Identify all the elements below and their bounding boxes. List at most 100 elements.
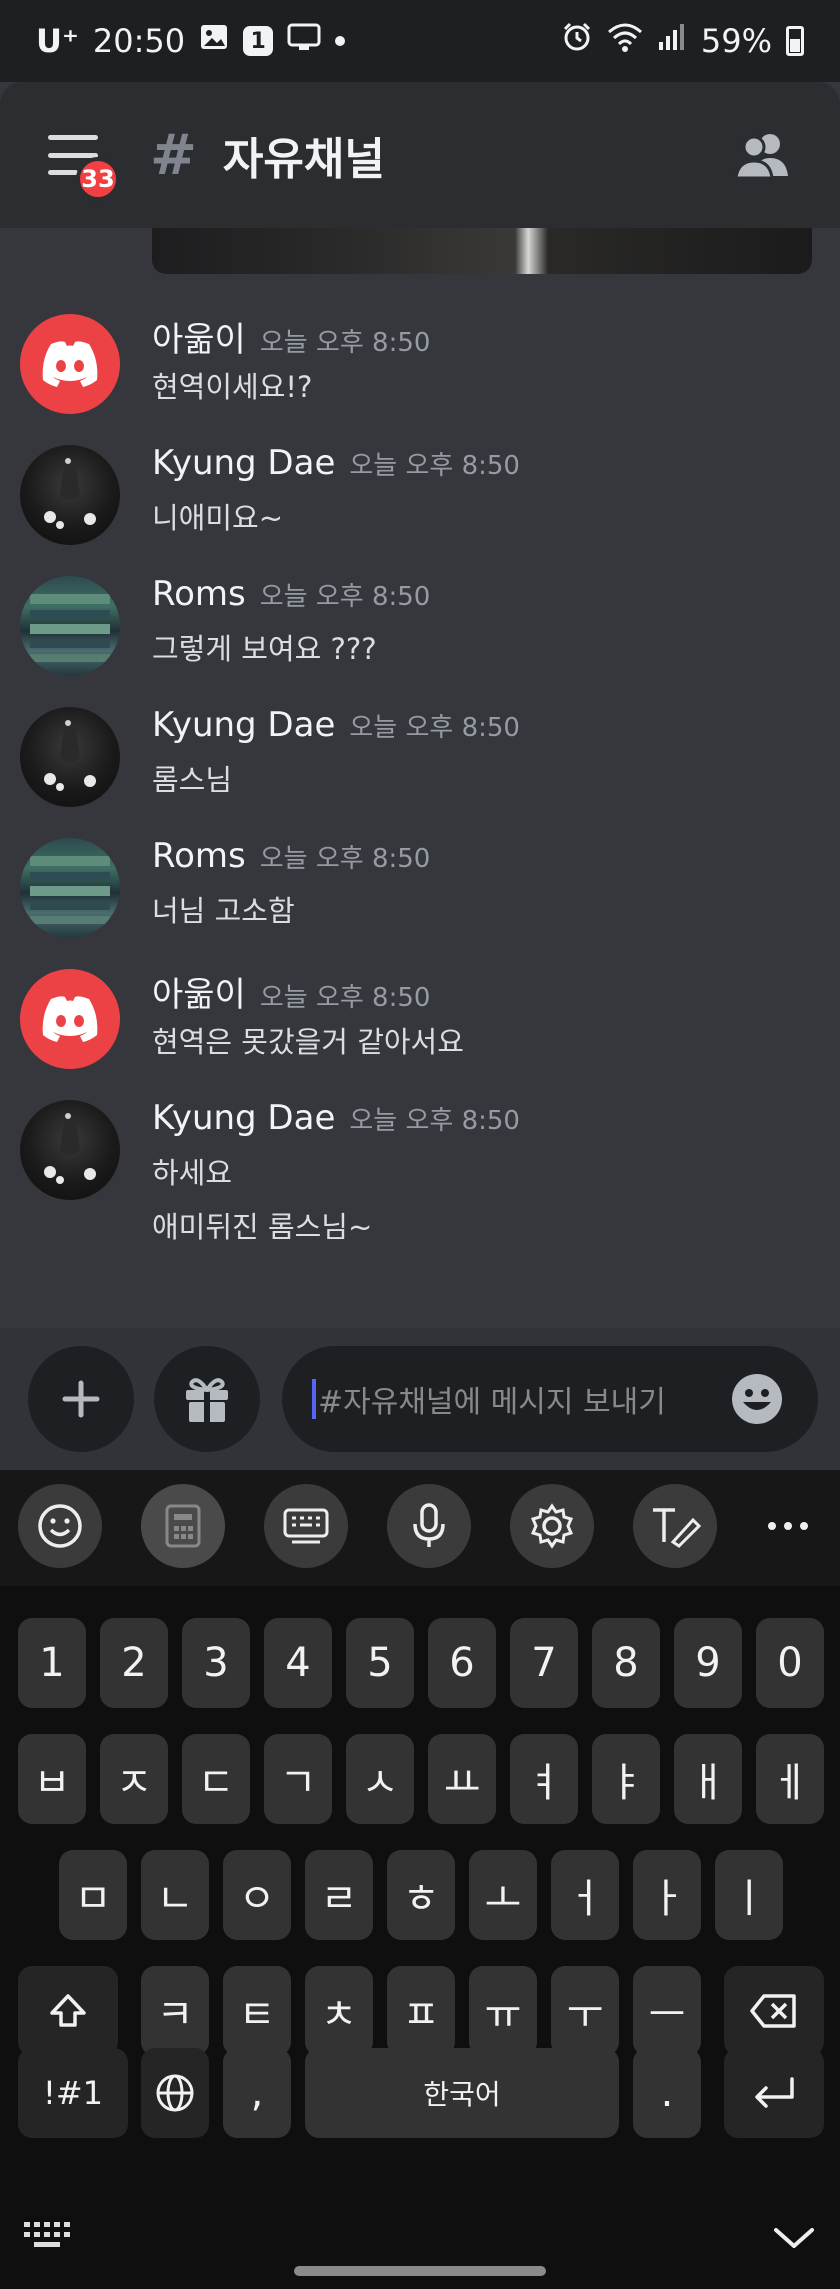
key-giyeok[interactable]: ㄱ [264,1734,332,1824]
home-gesture-bar[interactable] [294,2266,546,2276]
key-ae[interactable]: ㅐ [674,1734,742,1824]
avatar[interactable] [20,707,120,807]
handwriting-icon[interactable] [633,1484,717,1568]
avatar-image [44,720,96,791]
shift-key[interactable] [18,1966,118,2056]
key-chieut[interactable]: ㅊ [305,1966,373,2056]
key-6[interactable]: 6 [428,1618,496,1708]
key-jieut[interactable]: ㅈ [100,1734,168,1824]
image-attachment[interactable] [152,228,812,274]
key-5[interactable]: 5 [346,1618,414,1708]
discord-logo-icon [42,341,98,387]
channel-hash-icon: # [150,122,197,188]
members-icon [734,134,788,180]
key-eu[interactable]: ㅡ [633,1966,701,2056]
message-list[interactable]: 아욺이 오늘 오후 8:50 현역이세요!? Kyung Dae 오늘 오후 8:5… [0,228,840,1328]
author-name[interactable]: Kyung Dae [152,443,335,483]
clipboard-icon[interactable] [141,1484,225,1568]
key-u[interactable]: ㅜ [551,1966,619,2056]
key-hieut[interactable]: ㅎ [387,1850,455,1940]
author-name[interactable]: Roms [152,836,246,876]
key-0[interactable]: 0 [756,1618,824,1708]
attach-button[interactable] [28,1346,134,1452]
channel-title[interactable]: 자유채널 [223,123,385,187]
avatar[interactable] [20,838,120,938]
message-author[interactable]: Kyung Dae 오늘 오후 8:50 [152,443,520,483]
emoji-button[interactable] [730,1372,784,1434]
message-author[interactable]: 아욺이 오늘 오후 8:50 [152,312,430,361]
key-pieup[interactable]: ㅍ [387,1966,455,2056]
author-name[interactable]: Kyung Dae [152,1098,335,1138]
key-yeo[interactable]: ㅕ [510,1734,578,1824]
key-e[interactable]: ㅔ [756,1734,824,1824]
clock: 20:50 [92,22,186,60]
key-nieun[interactable]: ㄴ [141,1850,209,1940]
keyboard-icon[interactable] [264,1484,348,1568]
hide-keyboard-button[interactable] [772,2224,816,2256]
message-timestamp: 오늘 오후 8:50 [349,451,520,481]
key-yo[interactable]: ㅛ [428,1734,496,1824]
plus-icon [62,1380,100,1418]
comma-key[interactable]: , [223,2048,291,2138]
message-author[interactable]: Kyung Dae 오늘 오후 8:50 [152,705,520,745]
key-yu[interactable]: ㅠ [469,1966,537,2056]
notification-count-icon: 1 [243,26,274,56]
status-bar: U⁺ 20:50 1 59% [0,0,840,82]
avatar[interactable] [20,576,120,676]
author-name[interactable]: 아욺이 [152,320,246,360]
key-bieup[interactable]: ㅂ [18,1734,86,1824]
key-eo[interactable]: ㅓ [551,1850,619,1940]
avatar[interactable] [20,969,120,1069]
author-name[interactable]: Kyung Dae [152,705,335,745]
screen-cast-icon [287,22,321,60]
key-kieuk[interactable]: ㅋ [141,1966,209,2056]
key-a[interactable]: ㅏ [633,1850,701,1940]
text-cursor [312,1379,316,1419]
keyboard: 1 2 3 4 5 6 7 8 9 0 ㅂ ㅈ ㄷ ㄱ ㅅ ㅛ ㅕ ㅑ ㅐ ㅔ … [0,1586,840,2289]
key-siot[interactable]: ㅅ [346,1734,414,1824]
key-ieung[interactable]: ㅇ [223,1850,291,1940]
avatar[interactable] [20,1100,120,1200]
key-i[interactable]: ㅣ [715,1850,783,1940]
message-author[interactable]: Roms 오늘 오후 8:50 [152,574,430,614]
enter-icon [755,2077,794,2108]
emoji-icon[interactable] [18,1484,102,1568]
members-button[interactable] [732,130,792,180]
period-key[interactable]: . [633,2048,701,2138]
more-notifications-dot [335,36,346,46]
language-key[interactable] [141,2048,209,2138]
key-digeut[interactable]: ㄷ [182,1734,250,1824]
message-author[interactable]: Roms 오늘 오후 8:50 [152,836,430,876]
key-3[interactable]: 3 [182,1618,250,1708]
backspace-key[interactable] [724,1966,824,2056]
settings-icon[interactable] [510,1484,594,1568]
menu-button[interactable]: 33 [48,135,120,201]
key-8[interactable]: 8 [592,1618,660,1708]
key-rieul[interactable]: ㄹ [305,1850,373,1940]
message-author[interactable]: Kyung Dae 오늘 오후 8:50 [152,1098,520,1138]
key-7[interactable]: 7 [510,1618,578,1708]
key-9[interactable]: 9 [674,1618,742,1708]
message-input[interactable]: #자유채널에 메시지 보내기 [282,1346,818,1452]
more-icon[interactable] [746,1484,830,1568]
carrier-label: U⁺ [36,22,79,60]
key-2[interactable]: 2 [100,1618,168,1708]
enter-key[interactable] [724,2048,824,2138]
space-key[interactable]: 한국어 [305,2048,619,2138]
key-4[interactable]: 4 [264,1618,332,1708]
key-o[interactable]: ㅗ [469,1850,537,1940]
symbols-key[interactable]: !#1 [18,2048,128,2138]
microphone-icon[interactable] [387,1484,471,1568]
key-1[interactable]: 1 [18,1618,86,1708]
key-tieut[interactable]: ㅌ [223,1966,291,2056]
author-name[interactable]: Roms [152,574,246,614]
keyboard-switch-button[interactable] [22,2220,74,2256]
gift-button[interactable] [154,1346,260,1452]
avatar[interactable] [20,445,120,545]
key-ya[interactable]: ㅑ [592,1734,660,1824]
message-author[interactable]: 아욺이 오늘 오후 8:50 [152,967,430,1016]
avatar[interactable] [20,314,120,414]
shift-icon [50,1994,86,2027]
author-name[interactable]: 아욺이 [152,975,246,1015]
key-mieum[interactable]: ㅁ [59,1850,127,1940]
